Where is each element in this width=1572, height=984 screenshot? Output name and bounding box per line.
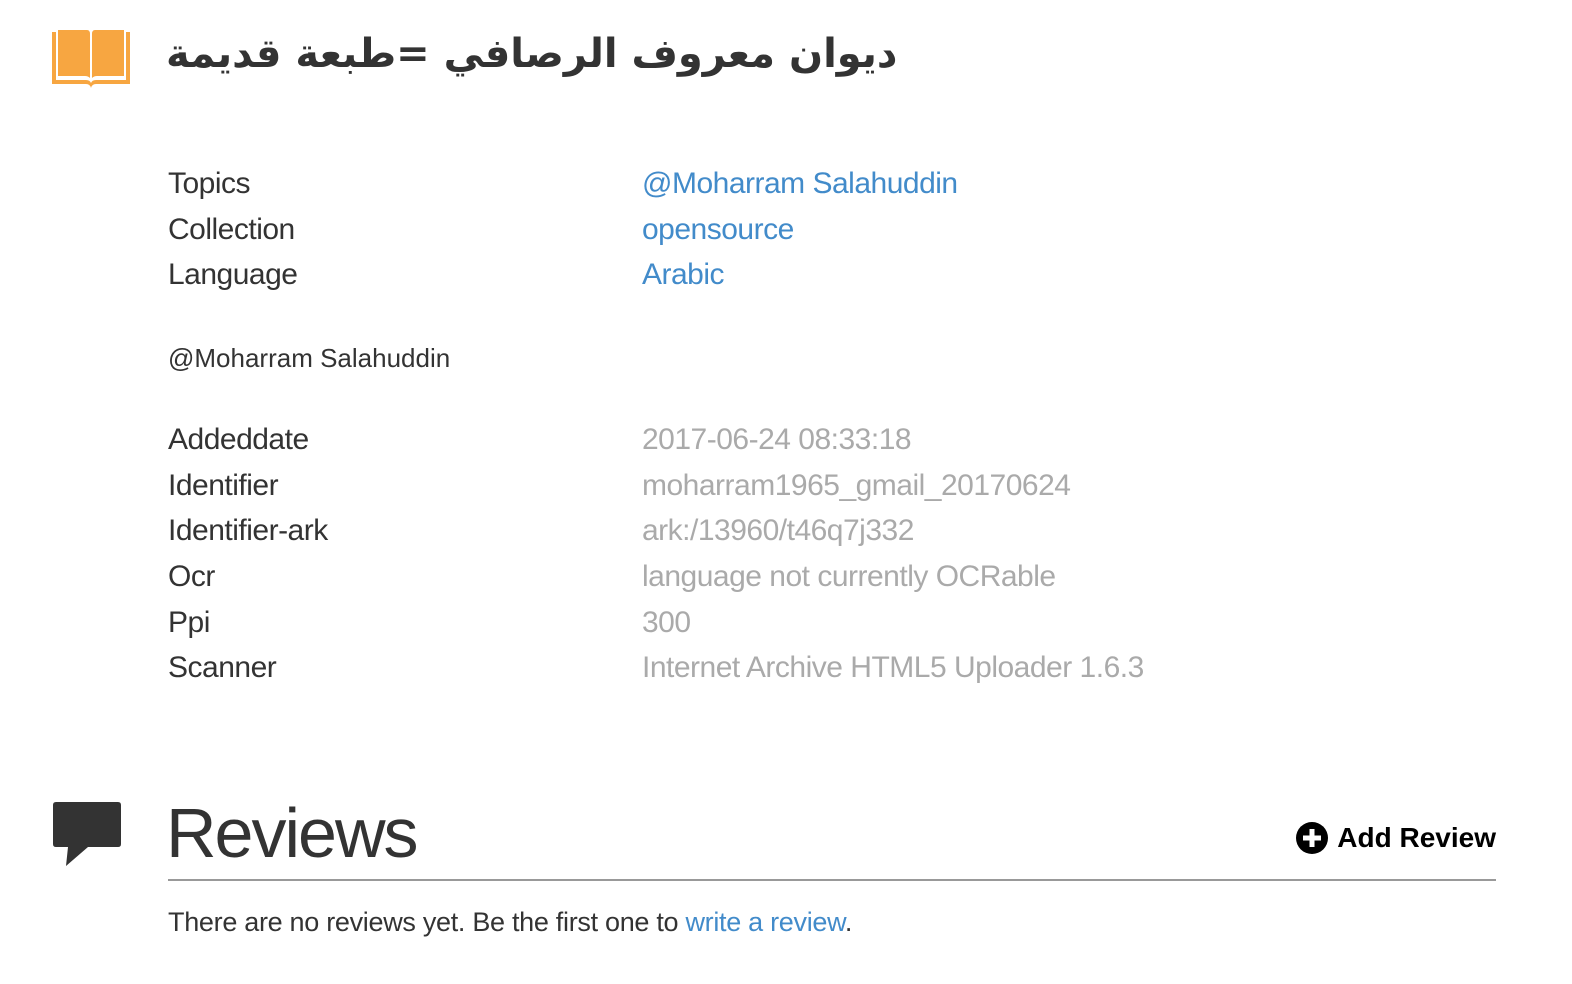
metadata-value: language not currently OCRable bbox=[642, 560, 1056, 593]
metadata-value: moharram1965_gmail_20170624 bbox=[642, 469, 1071, 502]
metadata-label: Identifier bbox=[168, 469, 279, 502]
metadata-row-ppi: Ppi 300 bbox=[168, 603, 1368, 643]
metadata-label: Collection bbox=[168, 213, 295, 246]
metadata-label: Addeddate bbox=[168, 423, 309, 456]
add-review-label: Add Review bbox=[1337, 822, 1496, 853]
metadata-row-topics: Topics @Moharram Salahuddin bbox=[168, 164, 1368, 204]
metadata-label: Ocr bbox=[168, 560, 215, 593]
metadata-value: ark:/13960/t46q7j332 bbox=[642, 514, 914, 547]
collection-link[interactable]: opensource bbox=[642, 210, 794, 250]
metadata-row-ocr: Ocr language not currently OCRable bbox=[168, 557, 1368, 597]
metadata-label: Identifier-ark bbox=[168, 514, 328, 547]
topics-link[interactable]: @Moharram Salahuddin bbox=[642, 164, 958, 204]
plus-circle-icon bbox=[1296, 822, 1329, 854]
reviews-empty-suffix: . bbox=[844, 907, 853, 937]
book-icon bbox=[52, 30, 130, 88]
metadata-label: Scanner bbox=[168, 651, 277, 684]
metadata-row-collection: Collection opensource bbox=[168, 210, 1368, 250]
metadata-row-language: Language Arabic bbox=[168, 255, 1368, 295]
metadata-value: Internet Archive HTML5 Uploader 1.6.3 bbox=[642, 651, 1144, 684]
reviews-empty-message: There are no reviews yet. Be the first o… bbox=[168, 902, 852, 942]
reviews-heading: Reviews bbox=[166, 794, 419, 872]
metadata-row-identifier: Identifier moharram1965_gmail_20170624 bbox=[168, 466, 1368, 506]
metadata-label: Ppi bbox=[168, 606, 210, 639]
metadata-label: Language bbox=[168, 258, 298, 291]
add-review-button[interactable]: Add Review bbox=[1295, 818, 1496, 858]
reviews-divider bbox=[168, 879, 1496, 881]
metadata-value: 300 bbox=[642, 606, 691, 639]
metadata-row-identifier-ark: Identifier-ark ark:/13960/t46q7j332 bbox=[168, 511, 1368, 551]
speech-bubble-icon bbox=[53, 802, 121, 866]
metadata-row-scanner: Scanner Internet Archive HTML5 Uploader … bbox=[168, 648, 1368, 688]
reviews-empty-text: There are no reviews yet. Be the first o… bbox=[168, 907, 686, 937]
item-title: ديوان معروف الرصافي =طبعة قديمة bbox=[166, 31, 898, 77]
write-review-link[interactable]: write a review bbox=[685, 907, 845, 937]
metadata-row-addeddate: Addeddate 2017-06-24 08:33:18 bbox=[168, 420, 1368, 460]
metadata-value: 2017-06-24 08:33:18 bbox=[642, 423, 912, 456]
item-description: @Moharram Salahuddin bbox=[168, 343, 451, 373]
metadata-label: Topics bbox=[168, 167, 251, 200]
language-link[interactable]: Arabic bbox=[642, 255, 725, 295]
